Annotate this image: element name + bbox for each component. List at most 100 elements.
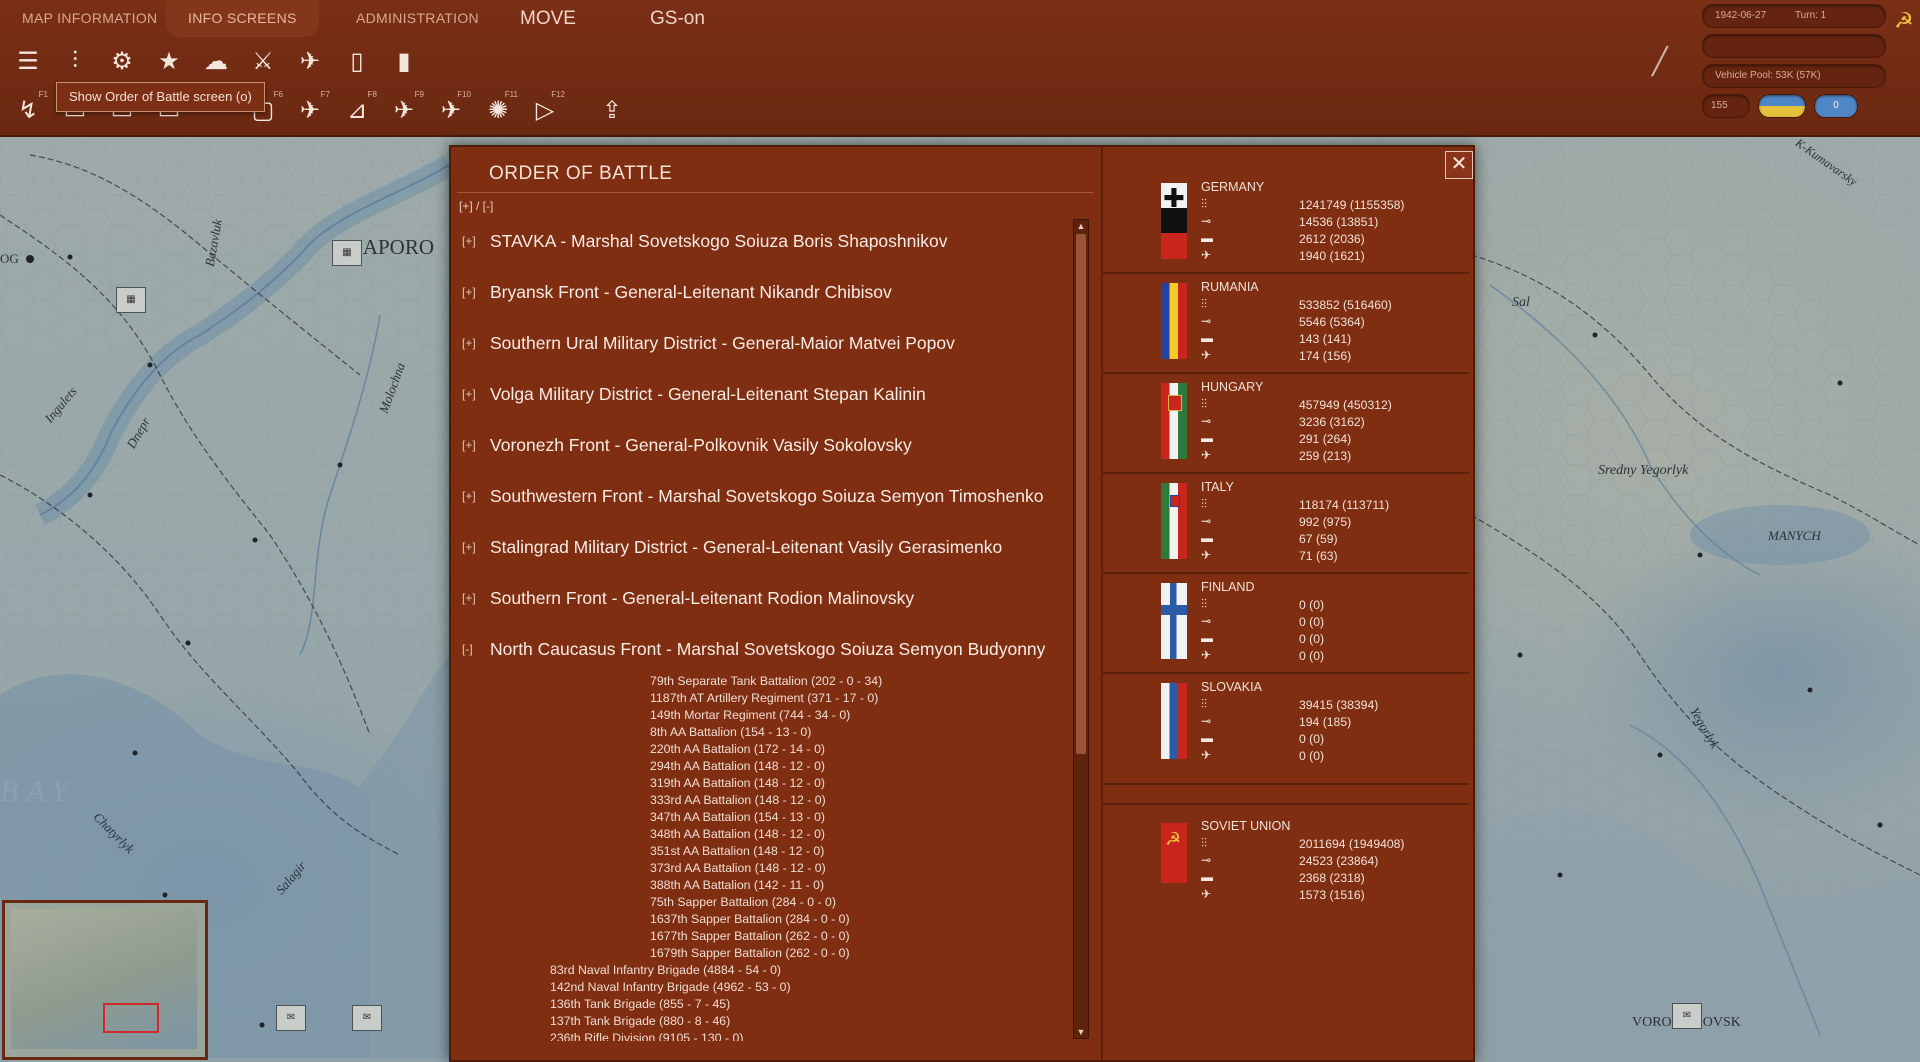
finland-flag-icon	[1161, 583, 1187, 659]
nation-finland: FINLAND ⫶⫶ 0 (0) ⊸ 0 (0) ▬ 0 (0) ✈ 0 (0)	[1103, 573, 1469, 674]
gear-icon[interactable]: ⚙	[102, 41, 142, 81]
sub-unit-row[interactable]: 75th Sapper Battalion (284 - 0 - 0)	[650, 895, 836, 909]
unit-counter-icon[interactable]: ▦	[332, 240, 362, 266]
crossed-swords-icon[interactable]: ⚔	[243, 41, 283, 81]
move-button[interactable]: MOVE	[520, 0, 576, 37]
fuel-can-icon[interactable]: ▯	[337, 41, 377, 81]
tab-administration[interactable]: ADMINISTRATION	[334, 0, 501, 37]
sub-unit-row[interactable]: 8th AA Battalion (154 - 13 - 0)	[650, 725, 811, 739]
bomber-icon[interactable]: ✈ F10	[431, 90, 471, 130]
weather-icon[interactable]: ☁	[196, 41, 236, 81]
sub-unit-row[interactable]: 373rd AA Battalion (148 - 12 - 0)	[650, 861, 826, 875]
sub-unit-row[interactable]: 347th AA Battalion (154 - 13 - 0)	[650, 810, 825, 824]
expand-toggle[interactable]: [+]	[462, 234, 482, 248]
unit-counter-icon[interactable]: ✉	[276, 1005, 306, 1031]
sub-unit-row[interactable]: 1637th Sapper Battalion (284 - 0 - 0)	[650, 912, 850, 926]
expand-collapse-all[interactable]: [+] / [-]	[459, 199, 493, 213]
command-row[interactable]: [+] Stalingrad Military District - Genera…	[451, 537, 1073, 558]
brigade-row[interactable]: 142nd Naval Infantry Brigade (4962 - 53 …	[550, 980, 791, 994]
stat-value: 0 (0)	[1299, 732, 1325, 746]
stat-value: 0 (0)	[1299, 598, 1325, 612]
command-label: Stalingrad Military District - General-L…	[490, 537, 1003, 557]
command-row[interactable]: [+] STAVKA - Marshal Sovetskogo Soiuza Bo…	[451, 231, 1073, 252]
side-toggle[interactable]	[1758, 94, 1806, 118]
sub-unit-row[interactable]: 294th AA Battalion (148 - 12 - 0)	[650, 759, 825, 773]
stat-aircraft: ✈ 1940 (1621)	[1201, 248, 1461, 265]
stat-men: ⫶⫶ 457949 (450312)	[1201, 397, 1461, 414]
stat-value: 1573 (1516)	[1299, 888, 1365, 902]
nation-hungary: HUNGARY ⫶⫶ 457949 (450312) ⊸ 3236 (3162) ▬…	[1103, 373, 1469, 474]
sub-unit-row[interactable]: 220th AA Battalion (172 - 14 - 0)	[650, 742, 825, 756]
infantry-icon: ⫶⫶	[1201, 697, 1208, 711]
gun-icon: ⊸	[1201, 853, 1212, 867]
command-row[interactable]: [+] Bryansk Front - General-Leitenant Nik…	[451, 282, 1073, 303]
stat-guns: ⊸ 14536 (13851)	[1201, 214, 1461, 231]
expand-toggle[interactable]: [+]	[462, 387, 482, 401]
expand-toggle[interactable]: [+]	[462, 489, 482, 503]
command-row[interactable]: [+] Southern Ural Military District - Gen…	[451, 333, 1073, 354]
vertical-scrollbar[interactable]: ▲ ▼	[1073, 219, 1089, 1039]
command-row[interactable]: [+] Volga Military District - General-Lei…	[451, 384, 1073, 405]
unit-counter-icon[interactable]: ✉	[352, 1005, 382, 1031]
scroll-thumb[interactable]	[1076, 234, 1086, 754]
order-of-battle-icon[interactable]: ↯ F1	[8, 90, 48, 130]
unit-counter-icon[interactable]: ✉	[1672, 1003, 1702, 1029]
minimap-viewport-frame[interactable]	[103, 1003, 159, 1033]
sub-unit-row[interactable]: 348th AA Battalion (148 - 12 - 0)	[650, 827, 825, 841]
stat-guns: ⊸ 194 (185)	[1201, 714, 1461, 731]
toggle-value-field[interactable]: 0	[1814, 94, 1858, 118]
aircraft-icon: ✈	[1201, 748, 1212, 762]
tab-map-information[interactable]: MAP INFORMATION	[0, 0, 179, 37]
tab-info-screens[interactable]: INFO SCREENS	[166, 0, 319, 37]
expand-toggle[interactable]: [+]	[462, 285, 482, 299]
sub-unit-row[interactable]: 388th AA Battalion (142 - 11 - 0)	[650, 878, 824, 892]
supply-icon[interactable]: ✈	[290, 41, 330, 81]
sub-unit-row[interactable]: 1187th AT Artillery Regiment (371 - 17 -…	[650, 691, 878, 705]
unit-counter-icon[interactable]: ▦	[116, 287, 146, 313]
nation-name: FINLAND	[1201, 580, 1255, 594]
star-icon[interactable]: ★	[149, 41, 189, 81]
brigade-row[interactable]: 137th Tank Brigade (880 - 8 - 46)	[550, 1014, 730, 1028]
command-row[interactable]: [+] Southern Front - General-Leitenant Ro…	[451, 588, 1073, 609]
sub-unit-row[interactable]: 319th AA Battalion (148 - 12 - 0)	[650, 776, 825, 790]
brigade-row[interactable]: 136th Tank Brigade (855 - 7 - 45)	[550, 997, 730, 1011]
pencil-icon[interactable]: ╱	[1652, 46, 1668, 77]
expand-toggle[interactable]: [+]	[462, 438, 482, 452]
minimap[interactable]	[2, 900, 208, 1060]
expand-toggle[interactable]: [+]	[462, 540, 482, 554]
battery-icon[interactable]: ▮	[384, 41, 424, 81]
gun-icon: ⊸	[1201, 514, 1212, 528]
sliders-icon[interactable]: ⫶	[55, 41, 95, 81]
sub-unit-row[interactable]: 351st AA Battalion (148 - 12 - 0)	[650, 844, 824, 858]
gs-toggle-button[interactable]: GS-on	[650, 0, 705, 37]
layers-icon[interactable]: ☰	[8, 41, 48, 81]
stat-guns: ⊸ 0 (0)	[1201, 614, 1461, 631]
sub-unit-row[interactable]: 79th Separate Tank Battalion (202 - 0 - …	[650, 674, 882, 688]
command-row[interactable]: [+] Voronezh Front - General-Polkovnik Va…	[451, 435, 1073, 456]
brigade-row[interactable]: 83rd Naval Infantry Brigade (4884 - 54 -…	[550, 963, 781, 977]
hungary-flag-icon	[1161, 383, 1187, 459]
scroll-up-icon[interactable]: ▲	[1075, 220, 1087, 232]
aircraft-icon: ✈	[1201, 648, 1212, 662]
sub-unit-row[interactable]: 333rd AA Battalion (148 - 12 - 0)	[650, 793, 826, 807]
command-row[interactable]: [-] North Caucasus Front - Marshal Sovets…	[451, 639, 1073, 660]
status-bottom-row: 155 0	[1702, 94, 1886, 124]
sub-unit-row[interactable]: 1677th Sapper Battalion (262 - 0 - 0)	[650, 929, 850, 943]
stat-aircraft: ✈ 259 (213)	[1201, 448, 1461, 465]
upload-icon[interactable]: ⇪	[592, 90, 632, 130]
explosion-icon[interactable]: ✺ F11	[478, 90, 518, 130]
expand-toggle[interactable]: [-]	[462, 642, 482, 656]
sub-unit-row[interactable]: 149th Mortar Regiment (744 - 34 - 0)	[650, 708, 850, 722]
expand-toggle[interactable]: [+]	[462, 336, 482, 350]
command-row[interactable]: [+] Southwestern Front - Marshal Sovetsko…	[451, 486, 1073, 507]
brigade-row[interactable]: 236th Rifle Division (9105 - 130 - 0)	[550, 1031, 743, 1041]
paradrop-icon[interactable]: ✈ F9	[384, 90, 424, 130]
nation-summary-panel: ✕ ✚ GERMANY ⫶⫶ 1241749 (1155358) ⊸ 14536 (…	[1103, 147, 1473, 1060]
expand-toggle[interactable]: [+]	[462, 591, 482, 605]
play-icon[interactable]: ▷ F12	[525, 90, 565, 130]
sub-unit-row[interactable]: 1679th Sapper Battalion (262 - 0 - 0)	[650, 946, 850, 960]
artillery-icon[interactable]: ⊿ F8	[337, 90, 377, 130]
scroll-down-icon[interactable]: ▼	[1075, 1026, 1087, 1038]
aircraft-icon[interactable]: ✈ F7	[290, 90, 330, 130]
stat-men: ⫶⫶ 0 (0)	[1201, 597, 1461, 614]
